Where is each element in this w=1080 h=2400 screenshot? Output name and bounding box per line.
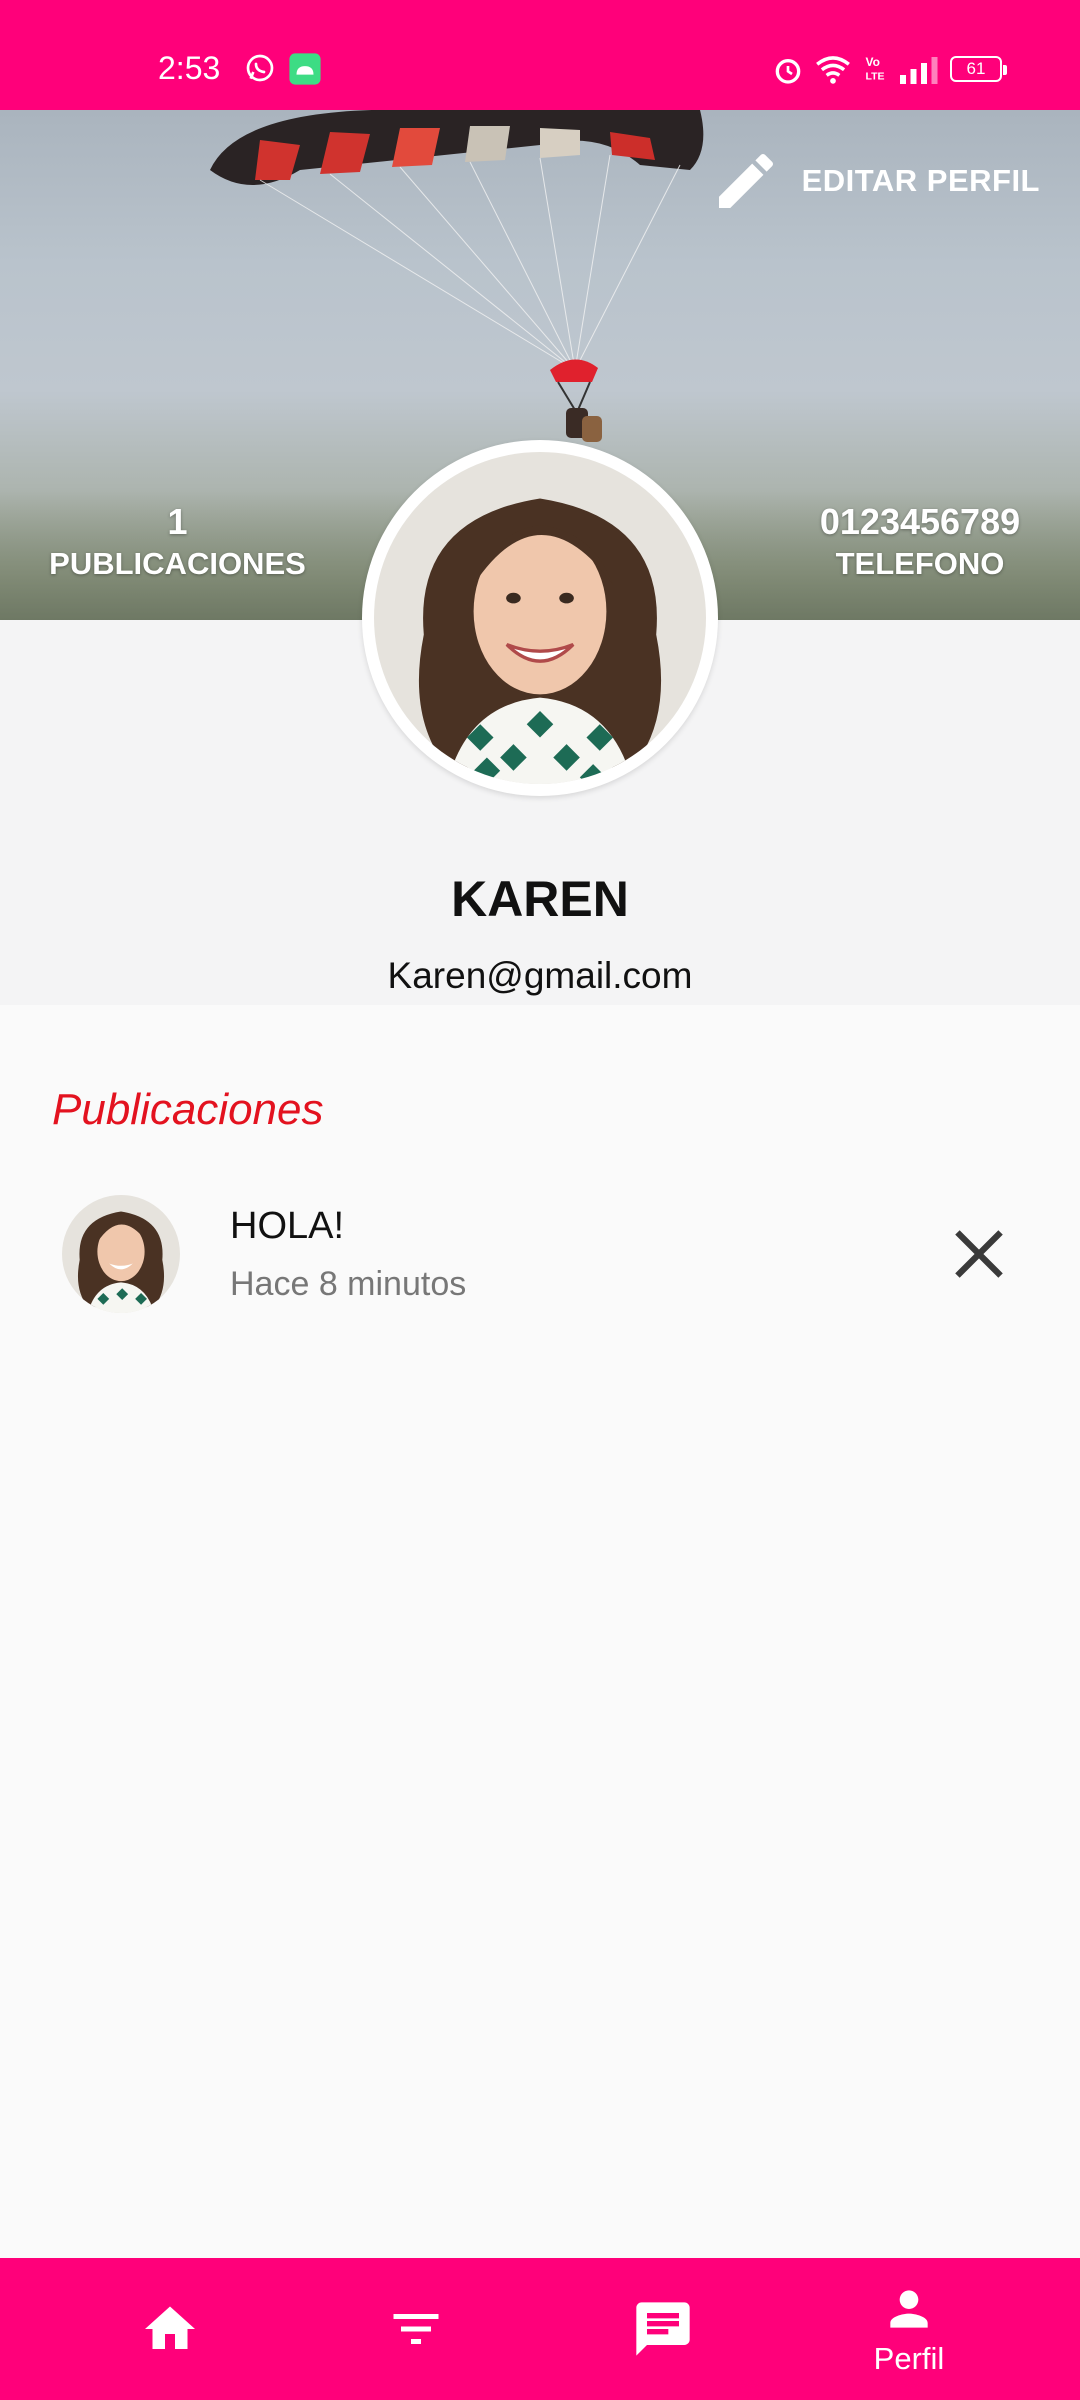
close-icon[interactable]: [950, 1225, 1008, 1283]
signal-icon: [900, 57, 938, 84]
profile-avatar[interactable]: [362, 440, 718, 796]
chat-icon: [636, 2302, 690, 2356]
nav-item-home[interactable]: [35, 2258, 305, 2400]
volte-icon: Vo LTE: [866, 55, 885, 83]
status-bar: 2:53 Vo LTE 61: [0, 0, 1080, 110]
post-avatar: [62, 1195, 180, 1313]
wifi-icon: [816, 56, 850, 84]
posts-count: 1: [167, 501, 188, 542]
phone-stat: 0123456789 TELEFONO: [760, 500, 1080, 584]
status-time: 2:53: [158, 50, 221, 86]
whatsapp-icon: [246, 54, 274, 82]
edit-profile-label: EDITAR PERFIL: [801, 163, 1040, 198]
svg-text:LTE: LTE: [866, 71, 885, 83]
posts-label: PUBLICACIONES: [49, 546, 306, 581]
post-avatar-photo: [62, 1195, 180, 1313]
posts-section-title: Publicaciones: [52, 1085, 324, 1134]
post-title: HOLA!: [230, 1205, 345, 1247]
filter-icon: [393, 2314, 439, 2344]
nav-item-profile[interactable]: Perfil: [774, 2258, 1044, 2400]
phone-number: 0123456789: [819, 501, 1021, 542]
post-time: Hace 8 minutos: [230, 1265, 467, 1303]
nav-item-chat[interactable]: [528, 2258, 798, 2400]
phone-label: TELEFONO: [835, 546, 1005, 581]
nav-item-filter[interactable]: [281, 2258, 551, 2400]
home-icon: [145, 2306, 195, 2349]
post-item[interactable]: HOLA! Hace 8 minutos: [0, 1185, 1080, 1325]
profile-name: KAREN: [451, 871, 629, 927]
svg-text:Vo: Vo: [866, 55, 880, 69]
bottom-navigation: Perfil: [0, 2258, 1080, 2400]
nav-label-profile: Perfil: [873, 2341, 945, 2376]
posts-stat: 1 PUBLICACIONES: [20, 500, 335, 584]
pencil-icon: [718, 153, 773, 208]
person-icon: [890, 2290, 928, 2328]
alarm-icon: [775, 59, 801, 84]
battery-icon: 61: [950, 56, 1007, 82]
avatar-photo: [374, 452, 706, 784]
android-icon: [289, 53, 321, 85]
edit-profile-button[interactable]: EDITAR PERFIL: [710, 145, 1040, 217]
profile-email: Karen@gmail.com: [387, 955, 693, 996]
